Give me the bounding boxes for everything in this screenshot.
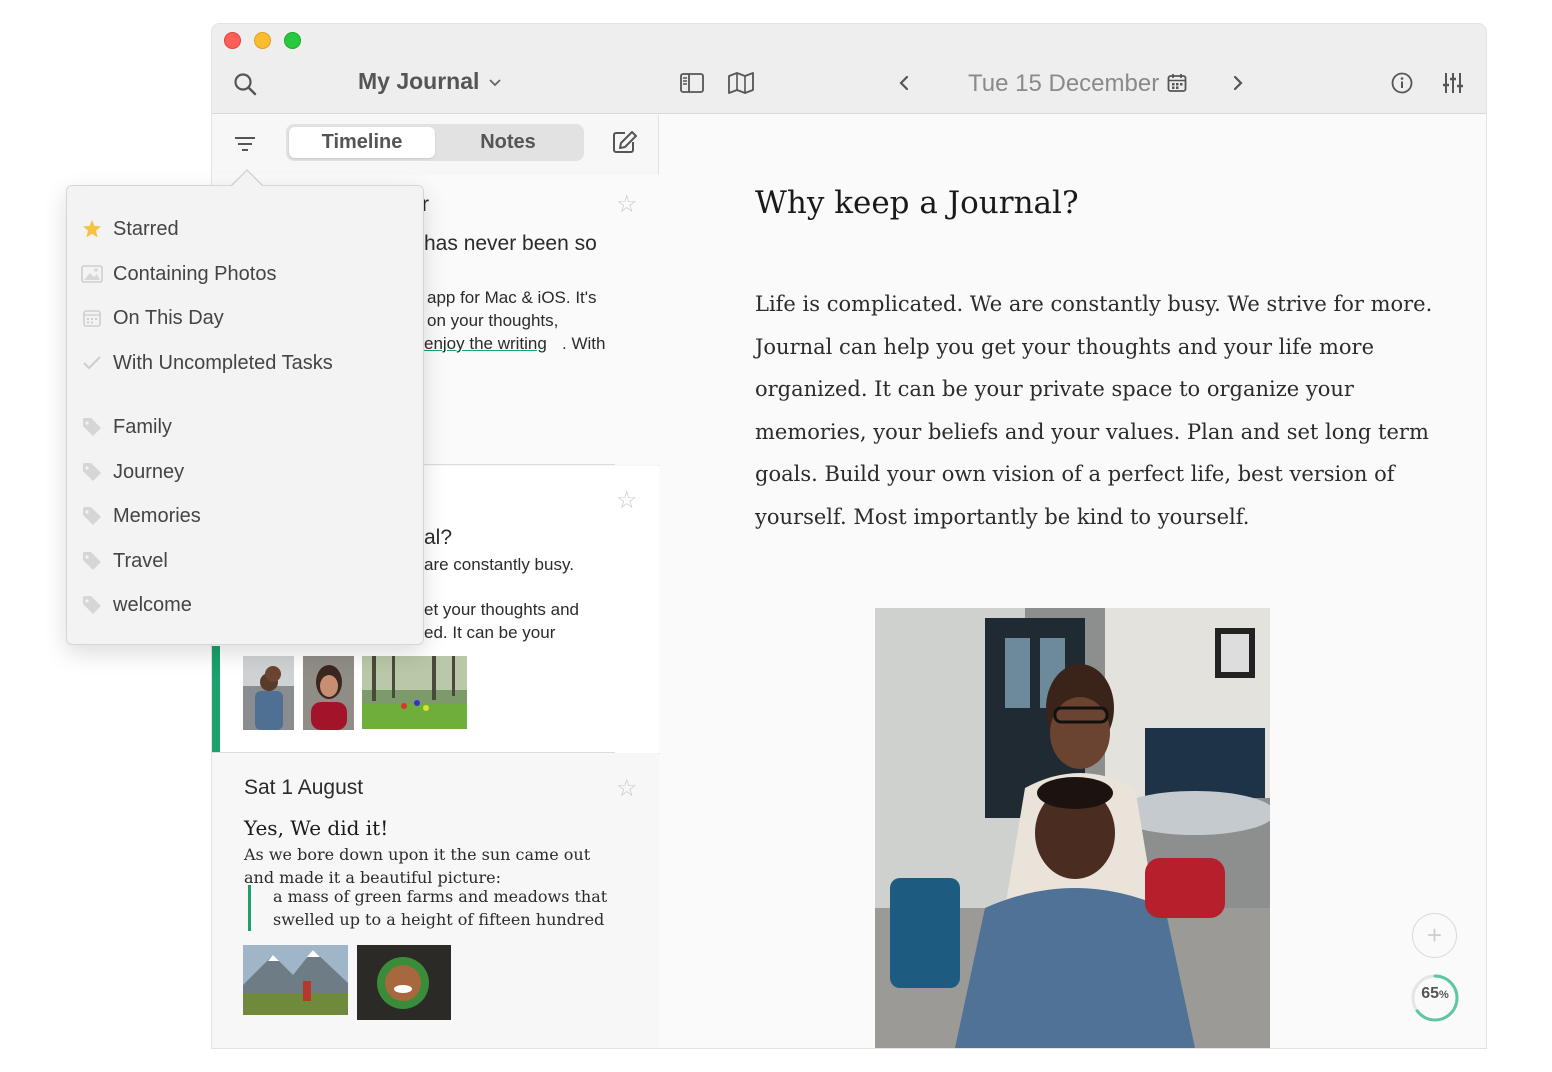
sidebar-header: Timeline Notes (212, 115, 659, 175)
entry-photo-thumbnail[interactable] (243, 656, 294, 730)
view-toggle: Timeline Notes (286, 124, 584, 161)
entry-text-fragment: app for Mac & iOS. It's (427, 288, 597, 307)
star-icon[interactable]: ☆ (616, 774, 638, 803)
tag-family[interactable]: Family (81, 412, 172, 442)
entry-text-fragment: . With (562, 334, 606, 353)
entry-title-fragment: has never been so (424, 232, 597, 255)
star-icon[interactable]: ☆ (616, 486, 638, 515)
entry-photo-thumbnail[interactable] (303, 656, 354, 730)
tag-travel[interactable]: Travel (81, 546, 168, 576)
filter-starred[interactable]: Starred (81, 214, 179, 244)
calendar-icon[interactable] (1166, 72, 1188, 94)
plus-icon: + (1426, 920, 1443, 950)
filter-label: On This Day (113, 306, 224, 329)
entry-text-fragment: et your thoughts and (424, 600, 580, 619)
tag-label: welcome (113, 593, 192, 616)
progress-unit: % (1439, 989, 1449, 1001)
entry-excerpt: As we bore down upon it the sun came out… (244, 845, 591, 887)
chevron-down-icon (489, 74, 502, 90)
tag-label: Journey (113, 460, 185, 483)
document-photo[interactable] (875, 608, 1270, 1048)
entry-quote: a mass of green farms and meadows that s… (248, 885, 618, 931)
star-icon[interactable]: ☆ (616, 190, 638, 219)
star-icon (81, 218, 103, 240)
tag-icon (81, 594, 103, 616)
entry-text-fragment: ed. It can be your (424, 623, 556, 642)
filter-on-this-day[interactable]: On This Day (81, 303, 224, 333)
entry-title: Yes, We did it! (244, 816, 389, 840)
filter-containing-photos[interactable]: Containing Photos (81, 259, 276, 289)
entry-link[interactable]: enjoy the writing (424, 334, 547, 354)
entry-title-fragment: al? (424, 526, 453, 549)
filter-uncompleted-tasks[interactable]: With Uncompleted Tasks (81, 348, 333, 378)
filter-icon[interactable] (234, 135, 256, 153)
filter-label: Starred (113, 217, 179, 240)
document-title[interactable]: Why keep a Journal? (755, 185, 1079, 221)
tag-icon (81, 461, 103, 483)
progress-label: 65% (1410, 985, 1460, 1003)
check-icon (81, 352, 103, 374)
minimize-window-button[interactable] (254, 32, 271, 49)
tag-memories[interactable]: Memories (81, 501, 201, 531)
popover-arrow-fill (231, 171, 263, 187)
entry-photo-thumbnail[interactable] (243, 945, 348, 1015)
progress-value: 65 (1421, 985, 1439, 1002)
filter-label: Containing Photos (113, 262, 277, 285)
tab-timeline[interactable]: Timeline (289, 127, 435, 158)
map-icon[interactable] (727, 71, 755, 95)
entry-photo-thumbnail[interactable] (362, 656, 467, 729)
journal-selector[interactable]: My Journal (358, 68, 502, 95)
tag-journey[interactable]: Journey (81, 457, 184, 487)
tab-notes[interactable]: Notes (435, 127, 581, 158)
document-body[interactable]: Life is complicated. We are constantly b… (755, 283, 1445, 538)
sliders-icon[interactable] (1441, 71, 1465, 95)
sidebar-icon[interactable] (679, 71, 705, 95)
tag-label: Memories (113, 504, 201, 527)
tag-icon (81, 505, 103, 527)
entry-editor[interactable]: Why keep a Journal? Life is complicated.… (660, 115, 1486, 1048)
chevron-right-icon[interactable] (1230, 72, 1246, 94)
photo-icon (81, 263, 103, 285)
entry-photo-thumbnail[interactable] (357, 945, 451, 1020)
journal-title: My Journal (358, 68, 480, 94)
add-button[interactable]: + (1412, 913, 1457, 958)
selection-indicator (212, 646, 220, 753)
tag-welcome[interactable]: welcome (81, 590, 192, 620)
tag-label: Family (113, 415, 172, 438)
current-date[interactable]: Tue 15 December (968, 70, 1159, 98)
filter-popover: Starred Containing Photos On This Day Wi… (66, 185, 424, 645)
tag-label: Travel (113, 549, 168, 572)
filter-label: With Uncompleted Tasks (113, 351, 333, 374)
timeline-entry[interactable]: Sat 1 August ☆ Yes, We did it! As we bor… (212, 754, 659, 1048)
zoom-window-button[interactable] (284, 32, 301, 49)
toolbar: My Journal Tue 15 December (212, 24, 1486, 114)
calendar-icon (81, 307, 103, 329)
tag-icon (81, 416, 103, 438)
close-window-button[interactable] (224, 32, 241, 49)
chevron-left-icon[interactable] (896, 72, 912, 94)
entry-text-fragment: on your thoughts, (427, 311, 559, 330)
tag-icon (81, 550, 103, 572)
search-icon[interactable] (232, 71, 258, 97)
divider (212, 752, 615, 753)
entry-date: Sat 1 August (244, 776, 364, 799)
entry-text-fragment: are constantly busy. (424, 555, 574, 574)
info-icon[interactable] (1390, 71, 1414, 95)
compose-icon[interactable] (611, 129, 639, 155)
